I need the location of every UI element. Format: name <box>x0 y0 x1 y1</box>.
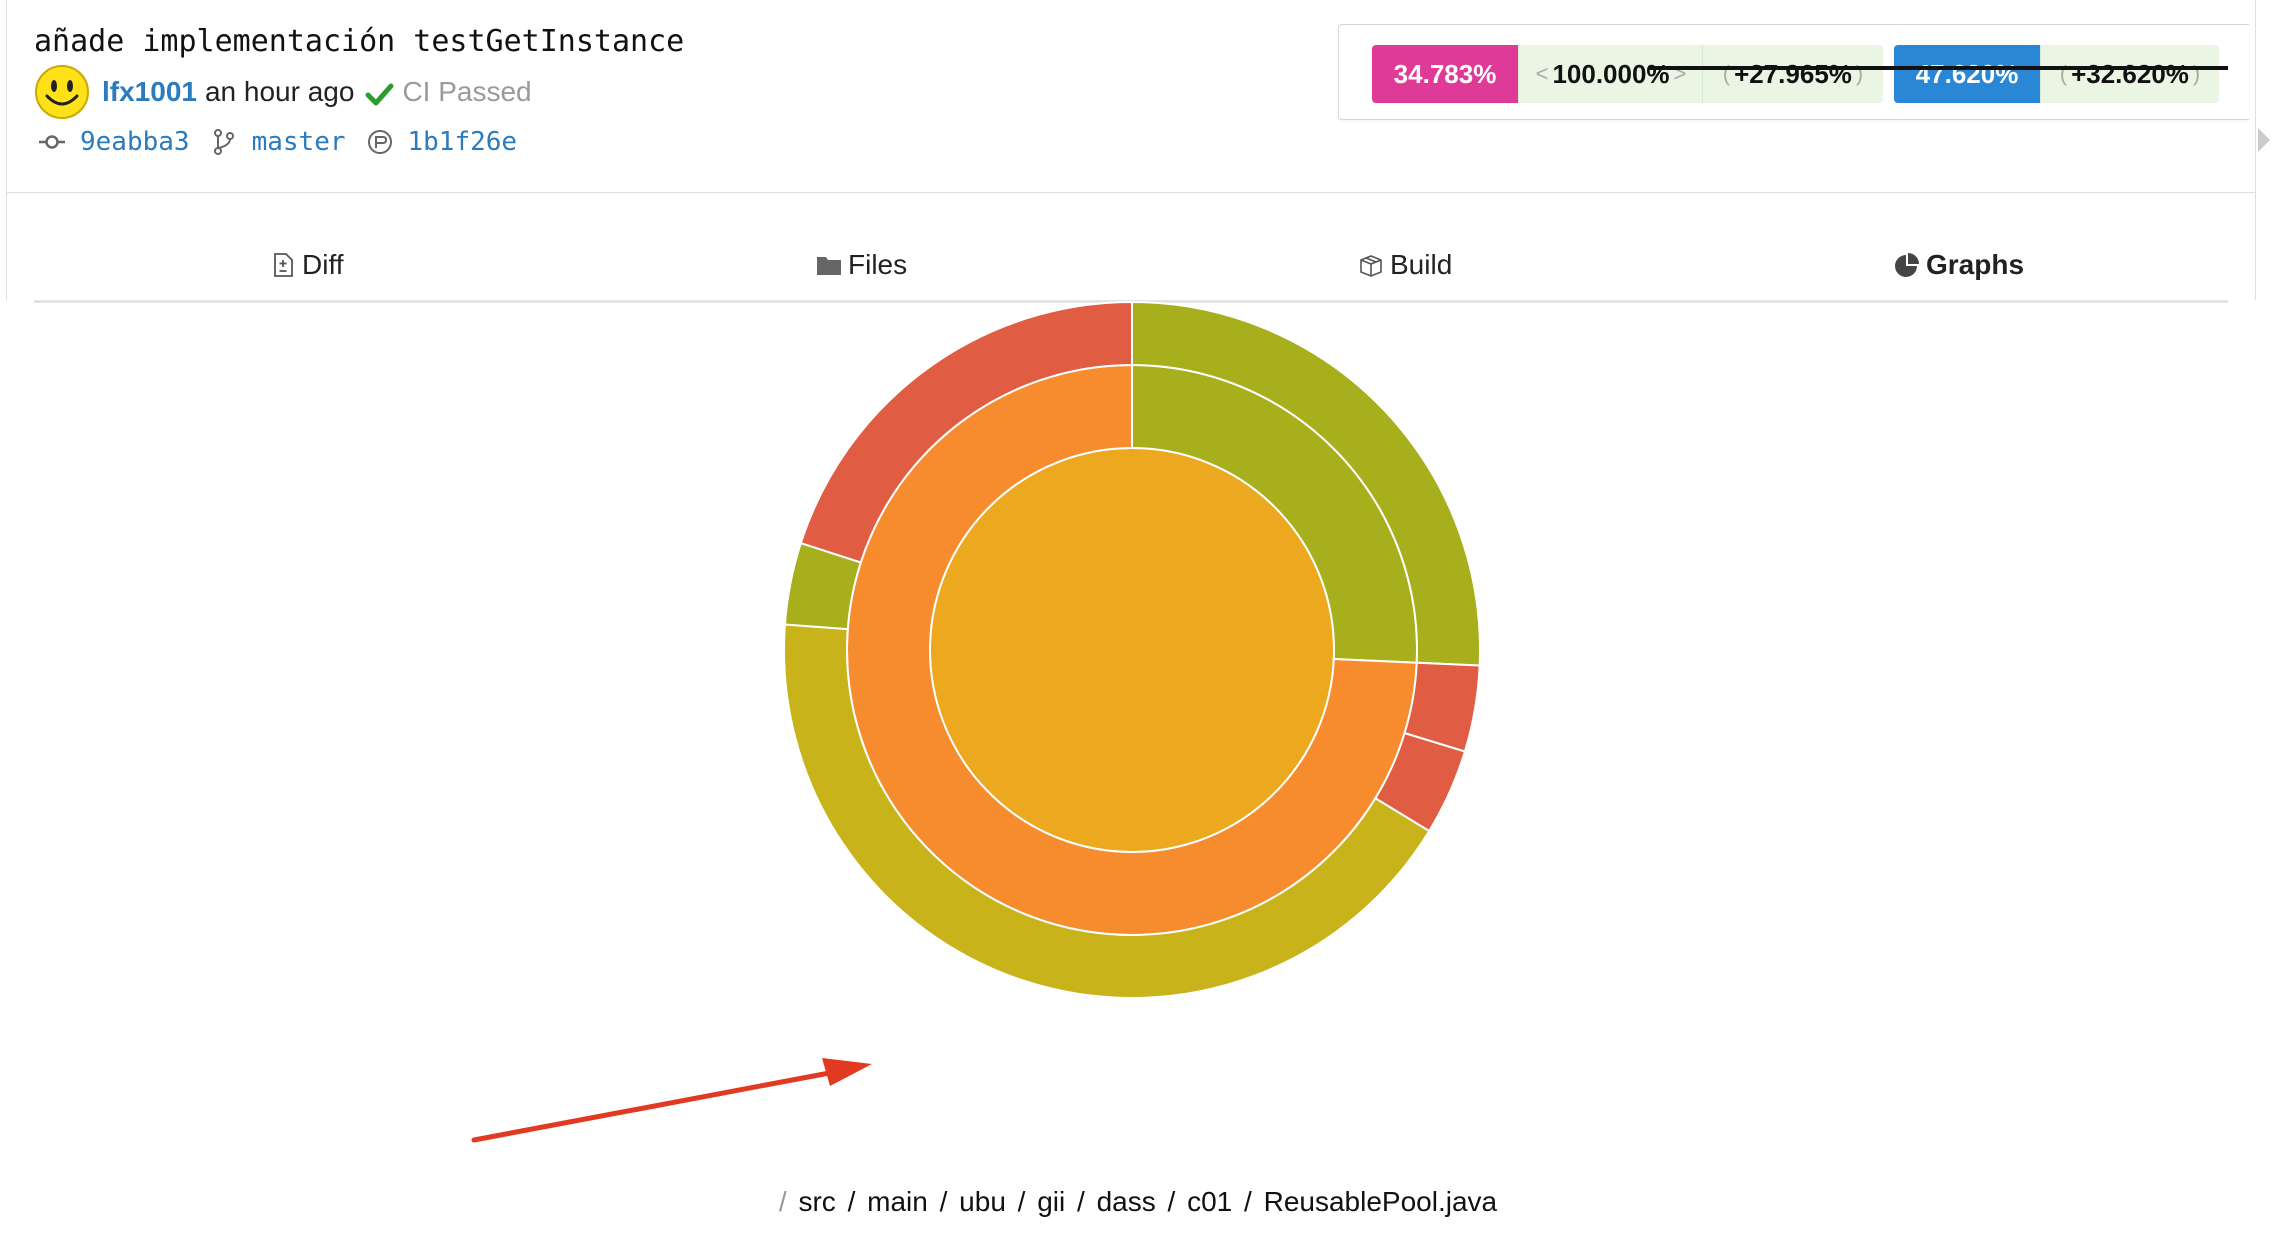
breadcrumb-item[interactable]: main <box>867 1186 928 1217</box>
breadcrumb-item[interactable]: ReusablePool.java <box>1264 1186 1498 1217</box>
breadcrumb-root[interactable]: / <box>779 1186 787 1217</box>
sunburst-chart <box>783 300 1481 999</box>
breadcrumb-item[interactable]: dass <box>1097 1186 1156 1217</box>
breadcrumb-item[interactable]: src <box>798 1186 835 1217</box>
breadcrumb-separator: / <box>847 1186 856 1217</box>
breadcrumb-separator: / <box>1167 1186 1176 1217</box>
breadcrumb-separator: / <box>1017 1186 1026 1217</box>
breadcrumb-separator: / <box>1244 1186 1252 1217</box>
breadcrumb-separator: / <box>1077 1186 1085 1217</box>
sunburst-segment-ring0-0[interactable] <box>929 446 1335 854</box>
breadcrumb-item[interactable]: c01 <box>1187 1186 1232 1217</box>
breadcrumb-item[interactable]: ubu <box>959 1186 1006 1217</box>
breadcrumb-item[interactable]: gii <box>1037 1186 1065 1217</box>
file-breadcrumb: / src / main / ubu / gii / dass / c01 / … <box>0 1186 2272 1218</box>
breadcrumb-separator: / <box>939 1186 948 1217</box>
